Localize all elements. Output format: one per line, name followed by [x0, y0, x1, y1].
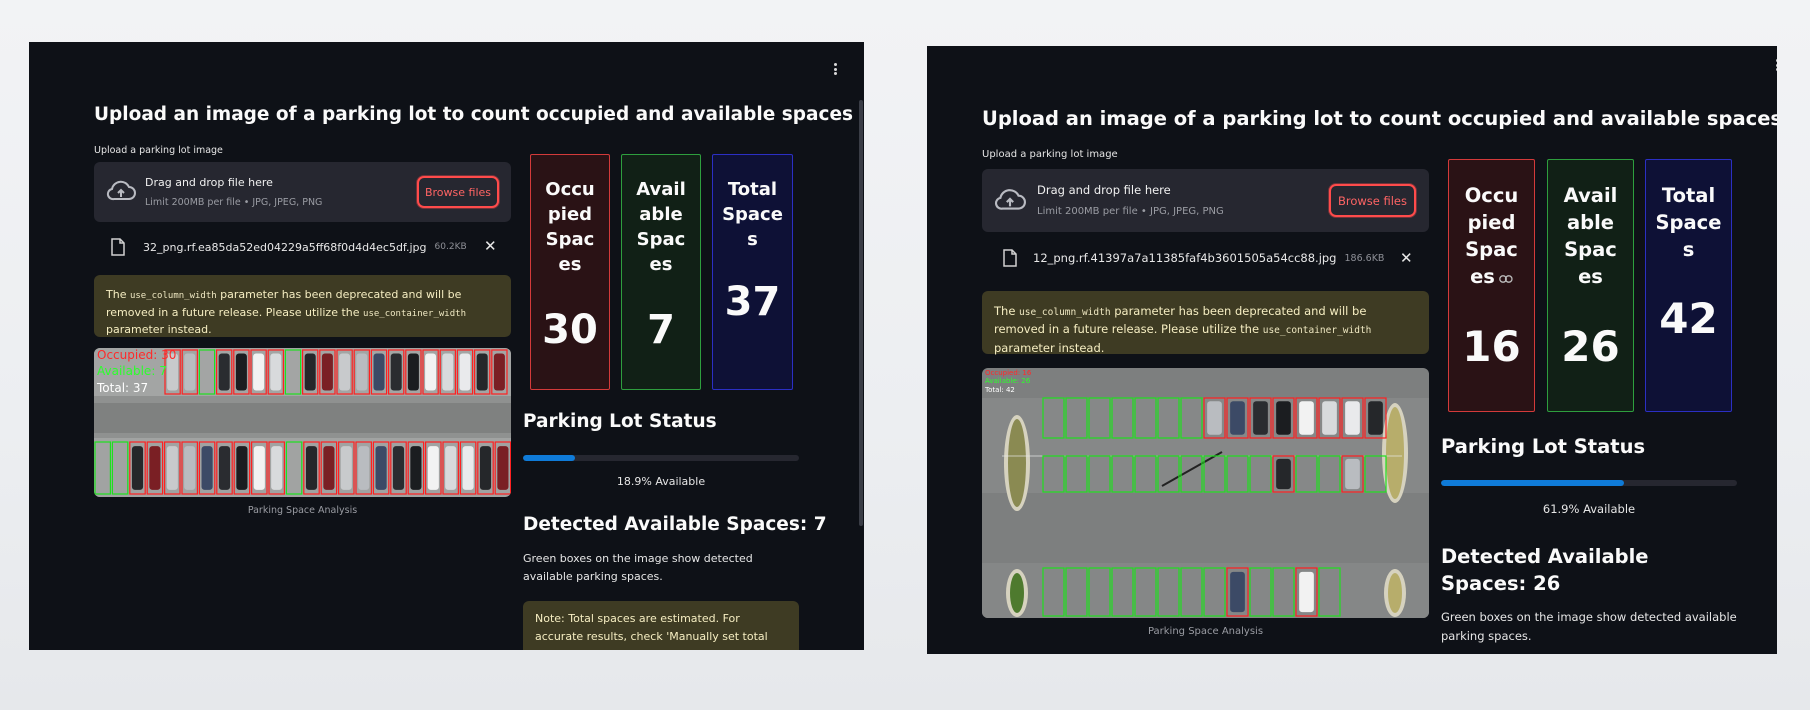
metric-total-value: 37: [724, 279, 781, 325]
warning-text-pre: The: [994, 304, 1020, 318]
uploaded-file-row: 32_png.rf.ea85da52ed04229a5ff68f0d4d4ec5…: [111, 238, 467, 256]
dropzone-text: Drag and drop file here: [145, 176, 273, 189]
progress-text: 18.9% Available: [616, 475, 706, 488]
metric-occupied-label: Occupied Spaces: [1464, 184, 1519, 288]
page-title: Upload an image of a parking lot to coun…: [982, 107, 1777, 130]
link-icon[interactable]: [1499, 275, 1513, 283]
overlay-available-text: Available: 7: [97, 364, 167, 378]
progress-text: 61.9% Available: [1542, 502, 1636, 516]
overlay-total-text: Total: 42: [984, 386, 1015, 394]
warning-code-1: use_column_width: [129, 291, 217, 301]
warning-text-pre: The: [106, 288, 130, 301]
metric-occupied-value: 16: [1462, 322, 1521, 371]
parking-lot-aerial-picture: Occupied: 30 Available: 7 Total: 37: [94, 348, 511, 497]
cloud-upload-icon: [106, 180, 136, 201]
browse-files-button[interactable]: Browse files: [1329, 184, 1416, 217]
upload-label: Upload a parking lot image: [94, 145, 223, 156]
page-title: Upload an image of a parking lot to coun…: [94, 104, 854, 125]
dropzone-limit: Limit 200MB per file • JPG, JPEG, PNG: [145, 197, 323, 208]
detected-heading: Detected Available Spaces: 7: [523, 514, 827, 535]
file-dropzone[interactable]: Drag and drop file here Limit 200MB per …: [982, 169, 1429, 232]
remove-file-close-icon[interactable]: ✕: [484, 237, 497, 255]
main-menu-icon[interactable]: [1771, 56, 1777, 74]
metric-available-label: Available Spaces: [636, 179, 686, 275]
metric-occupied-value: 30: [542, 307, 598, 353]
file-name: 12_png.rf.41397a7a11385faf4b3601505a54cc…: [1033, 251, 1337, 265]
metric-available-value: 26: [1561, 322, 1620, 371]
warning-text-post: parameter instead.: [106, 323, 212, 337]
dropzone-limit: Limit 200MB per file • JPG, JPEG, PNG: [1037, 206, 1224, 217]
warning-code-2: use_container_width: [363, 308, 466, 319]
overlay-occupied-text: Occupied: 30: [97, 348, 176, 362]
warning-text-post: parameter instead.: [994, 340, 1105, 355]
detected-description: Green boxes on the image show detected a…: [1441, 610, 1737, 643]
metric-total-label: Total Spaces: [1655, 184, 1722, 261]
browse-files-button[interactable]: Browse files: [417, 176, 499, 208]
parking-lot-image: Occupied: 16 Available: 26 Total: 42: [982, 368, 1429, 618]
metric-total-value: 42: [1659, 294, 1718, 343]
file-size: 186.6KB: [1344, 252, 1385, 264]
cloud-upload-icon: [994, 189, 1026, 210]
file-icon: [1003, 249, 1017, 267]
remove-file-close-icon[interactable]: ✕: [1400, 249, 1413, 267]
availability-progress-bar: [1441, 480, 1737, 486]
file-name: 32_png.rf.ea85da52ed04229a5ff68f0d4d4ec5…: [143, 240, 427, 254]
parking-lot-aerial-picture: Occupied: 16 Available: 26 Total: 42: [982, 368, 1429, 618]
overlay-total-text: Total: 37: [96, 381, 148, 395]
file-size: 60.2KB: [434, 242, 467, 252]
availability-progress-bar: [523, 455, 799, 461]
screenshot-left: Upload an image of a parking lot to coun…: [29, 42, 864, 650]
detected-heading: Detected Available Spaces: 26: [1441, 545, 1649, 595]
overlay-occupied-text: Occupied: 16: [985, 369, 1032, 377]
detected-description: Green boxes on the image show detected a…: [523, 552, 753, 584]
metric-occupied-label: Occupied Spaces: [545, 179, 595, 275]
metric-total-label: Total Spaces: [722, 179, 783, 250]
metric-available: Available Spaces 26: [1547, 159, 1634, 412]
metric-occupied: Occupied Spaces 30: [530, 154, 610, 390]
metric-available-label: Available Spaces: [1563, 184, 1618, 288]
scrollbar[interactable]: [859, 100, 863, 526]
file-dropzone[interactable]: Drag and drop file here Limit 200MB per …: [94, 162, 511, 222]
file-icon: [111, 238, 125, 256]
uploaded-file-row: 12_png.rf.41397a7a11385faf4b3601505a54cc…: [1003, 249, 1384, 267]
metric-total: Total Spaces 42: [1645, 159, 1732, 412]
status-heading: Parking Lot Status: [523, 411, 717, 432]
dropzone-text: Drag and drop file here: [1037, 183, 1171, 197]
image-caption: Parking Space Analysis: [247, 505, 358, 516]
image-caption: Parking Space Analysis: [1147, 626, 1264, 637]
metric-occupied: Occupied Spaces 16: [1448, 159, 1535, 412]
upload-label: Upload a parking lot image: [982, 149, 1118, 160]
warning-code-2: use_container_width: [1262, 325, 1372, 337]
main-menu-icon[interactable]: [829, 60, 841, 78]
deprecation-warning: The use_column_width parameter has been …: [982, 291, 1429, 355]
deprecation-warning: The use_column_width parameter has been …: [94, 275, 511, 337]
metric-available: Available Spaces 7: [621, 154, 701, 390]
parking-lot-image: Occupied: 30 Available: 7 Total: 37: [94, 348, 511, 497]
estimation-note: Note: Total spaces are estimated. For ac…: [523, 601, 799, 650]
availability-progress-fill: [523, 455, 576, 461]
metric-available-value: 7: [647, 307, 675, 353]
availability-progress-fill: [1441, 480, 1625, 486]
status-heading: Parking Lot Status: [1441, 435, 1646, 458]
overlay-available-text: Available: 26: [985, 377, 1031, 385]
screenshot-right: Upload an image of a parking lot to coun…: [927, 46, 1777, 654]
metric-total: Total Spaces 37: [712, 154, 793, 390]
warning-code-1: use_column_width: [1019, 307, 1111, 318]
